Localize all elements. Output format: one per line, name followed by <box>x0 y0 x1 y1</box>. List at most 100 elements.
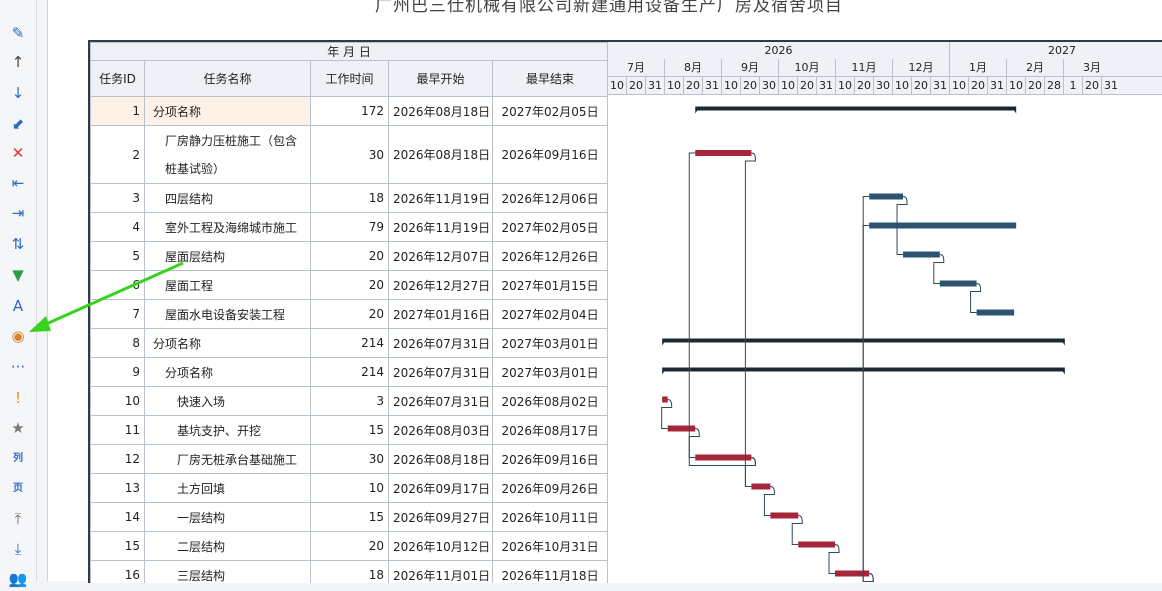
duration-cell[interactable]: 18 <box>310 183 389 213</box>
early-finish-cell[interactable]: 2027年03月01日 <box>491 357 609 387</box>
summary-bar[interactable] <box>695 106 1017 114</box>
task-id-cell[interactable]: 3 <box>90 183 145 213</box>
task-name-cell[interactable]: 四层结构 <box>144 183 311 213</box>
duration-cell[interactable]: 79 <box>310 212 389 242</box>
table-row[interactable]: 11 基坑支护、开挖 15 2026年08月03日 2026年08月17日 <box>90 415 609 445</box>
table-row[interactable]: 7 屋面水电设备安装工程 20 2027年01月16日 2027年02月04日 <box>90 299 609 329</box>
task-name-cell[interactable]: 屋面工程 <box>144 270 311 300</box>
column-header-task-name[interactable]: 任务名称 <box>144 60 311 97</box>
early-start-cell[interactable]: 2026年08月18日 <box>388 444 493 474</box>
toolbar-delete-icon[interactable]: ✕ <box>6 141 30 165</box>
task-name-cell[interactable]: 室外工程及海绵城市施工 <box>144 212 311 242</box>
table-row[interactable]: 3 四层结构 18 2026年11月19日 2026年12月06日 <box>90 183 609 213</box>
duration-cell[interactable]: 18 <box>310 560 389 583</box>
task-bar[interactable] <box>869 222 1017 229</box>
toolbar-filter-icon[interactable]: ▼ <box>6 263 30 287</box>
early-start-cell[interactable]: 2026年07月31日 <box>388 328 493 358</box>
duration-cell[interactable]: 214 <box>310 328 389 358</box>
task-name-cell[interactable]: 三层结构 <box>144 560 311 583</box>
early-finish-cell[interactable]: 2026年10月31日 <box>491 531 609 561</box>
toolbar-palette-icon[interactable]: ◉ <box>6 324 30 348</box>
task-id-cell[interactable]: 13 <box>90 473 145 503</box>
critical-task-bar[interactable] <box>751 483 771 490</box>
toolbar-alert-icon[interactable]: ! <box>6 386 30 410</box>
duration-cell[interactable]: 30 <box>310 125 389 184</box>
critical-task-bar[interactable] <box>667 425 696 432</box>
task-id-cell[interactable]: 12 <box>90 444 145 474</box>
task-bar[interactable] <box>869 193 904 200</box>
toolbar-insert-icon[interactable]: ⬋ <box>6 112 30 136</box>
toolbar-column-button[interactable]: 列 <box>6 447 30 471</box>
critical-task-bar[interactable] <box>835 570 870 577</box>
early-start-cell[interactable]: 2026年09月17日 <box>388 473 493 503</box>
early-start-cell[interactable]: 2027年01月16日 <box>388 299 493 329</box>
task-bar[interactable] <box>939 280 977 287</box>
early-start-cell[interactable]: 2026年11月01日 <box>388 560 493 583</box>
toolbar-page-button[interactable]: 页 <box>6 477 30 501</box>
duration-cell[interactable]: 172 <box>310 96 389 126</box>
task-id-cell[interactable]: 2 <box>90 125 145 184</box>
table-row[interactable]: 4 室外工程及海绵城市施工 79 2026年11月19日 2027年02月05日 <box>90 212 609 242</box>
early-finish-cell[interactable]: 2027年01月15日 <box>491 270 609 300</box>
early-start-cell[interactable]: 2026年08月18日 <box>388 96 493 126</box>
task-name-cell[interactable]: 分项名称 <box>144 96 311 126</box>
task-id-cell[interactable]: 8 <box>90 328 145 358</box>
task-bar[interactable] <box>903 251 940 258</box>
critical-task-bar[interactable] <box>695 150 752 156</box>
task-id-cell[interactable]: 16 <box>90 560 145 583</box>
task-id-cell[interactable]: 14 <box>90 502 145 532</box>
table-row[interactable]: 15 二层结构 20 2026年10月12日 2026年10月31日 <box>90 531 609 561</box>
early-start-cell[interactable]: 2026年09月27日 <box>388 502 493 532</box>
early-start-cell[interactable]: 2026年08月03日 <box>388 415 493 445</box>
task-id-cell[interactable]: 4 <box>90 212 145 242</box>
critical-task-bar[interactable] <box>662 396 668 403</box>
early-finish-cell[interactable]: 2026年08月02日 <box>491 386 609 416</box>
task-id-cell[interactable]: 6 <box>90 270 145 300</box>
duration-cell[interactable]: 20 <box>310 299 389 329</box>
table-row[interactable]: 6 屋面工程 20 2026年12月27日 2027年01月15日 <box>90 270 609 300</box>
duration-cell[interactable]: 20 <box>310 270 389 300</box>
early-start-cell[interactable]: 2026年12月07日 <box>388 241 493 271</box>
task-name-cell[interactable]: 一层结构 <box>144 502 311 532</box>
early-start-cell[interactable]: 2026年12月27日 <box>388 270 493 300</box>
table-row[interactable]: 16 三层结构 18 2026年11月01日 2026年11月18日 <box>90 560 609 583</box>
toolbar-outdent-icon[interactable]: ⇤ <box>6 171 30 195</box>
early-start-cell[interactable]: 2026年10月12日 <box>388 531 493 561</box>
early-finish-cell[interactable]: 2026年09月16日 <box>491 444 609 474</box>
task-id-cell[interactable]: 10 <box>90 386 145 416</box>
toolbar-font-icon[interactable]: A <box>6 294 30 318</box>
early-finish-cell[interactable]: 2026年11月18日 <box>491 560 609 583</box>
early-finish-cell[interactable]: 2026年10月11日 <box>491 502 609 532</box>
early-start-cell[interactable]: 2026年08月18日 <box>388 125 493 184</box>
task-id-cell[interactable]: 9 <box>90 357 145 387</box>
task-id-cell[interactable]: 1 <box>90 96 145 126</box>
task-id-cell[interactable]: 7 <box>90 299 145 329</box>
duration-cell[interactable]: 20 <box>310 531 389 561</box>
early-start-cell[interactable]: 2026年11月19日 <box>388 183 493 213</box>
task-name-cell[interactable]: 屋面层结构 <box>144 241 311 271</box>
task-id-cell[interactable]: 5 <box>90 241 145 271</box>
early-finish-cell[interactable]: 2026年08月17日 <box>491 415 609 445</box>
early-start-cell[interactable]: 2026年11月19日 <box>388 212 493 242</box>
task-name-cell[interactable]: 土方回填 <box>144 473 311 503</box>
task-name-cell[interactable]: 快速入场 <box>144 386 311 416</box>
toolbar-sort-icon[interactable]: ⇅ <box>6 232 30 256</box>
toolbar-move-down-icon[interactable]: ↓ <box>6 81 30 105</box>
early-finish-cell[interactable]: 2027年02月04日 <box>491 299 609 329</box>
table-row[interactable]: 2 厂房静力压桩施工（包含桩基试验） 30 2026年08月18日 2026年09月16… <box>90 125 609 184</box>
critical-task-bar[interactable] <box>695 454 752 461</box>
table-row[interactable]: 14 一层结构 15 2026年09月27日 2026年10月11日 <box>90 502 609 532</box>
critical-task-bar[interactable] <box>798 541 835 548</box>
toolbar-dots-icon[interactable]: ··· <box>6 355 30 379</box>
duration-cell[interactable]: 20 <box>310 241 389 271</box>
early-finish-cell[interactable]: 2027年02月05日 <box>491 212 609 242</box>
duration-cell[interactable]: 10 <box>310 473 389 503</box>
task-id-cell[interactable]: 15 <box>90 531 145 561</box>
early-finish-cell[interactable]: 2026年12月26日 <box>491 241 609 271</box>
task-name-cell[interactable]: 厂房无桩承台基础施工 <box>144 444 311 474</box>
task-bar[interactable] <box>976 309 1015 316</box>
early-finish-cell[interactable]: 2026年09月16日 <box>491 125 609 184</box>
early-start-cell[interactable]: 2026年07月31日 <box>388 357 493 387</box>
early-finish-cell[interactable]: 2027年03月01日 <box>491 328 609 358</box>
toolbar-top-icon[interactable]: ⤒ <box>6 507 30 531</box>
